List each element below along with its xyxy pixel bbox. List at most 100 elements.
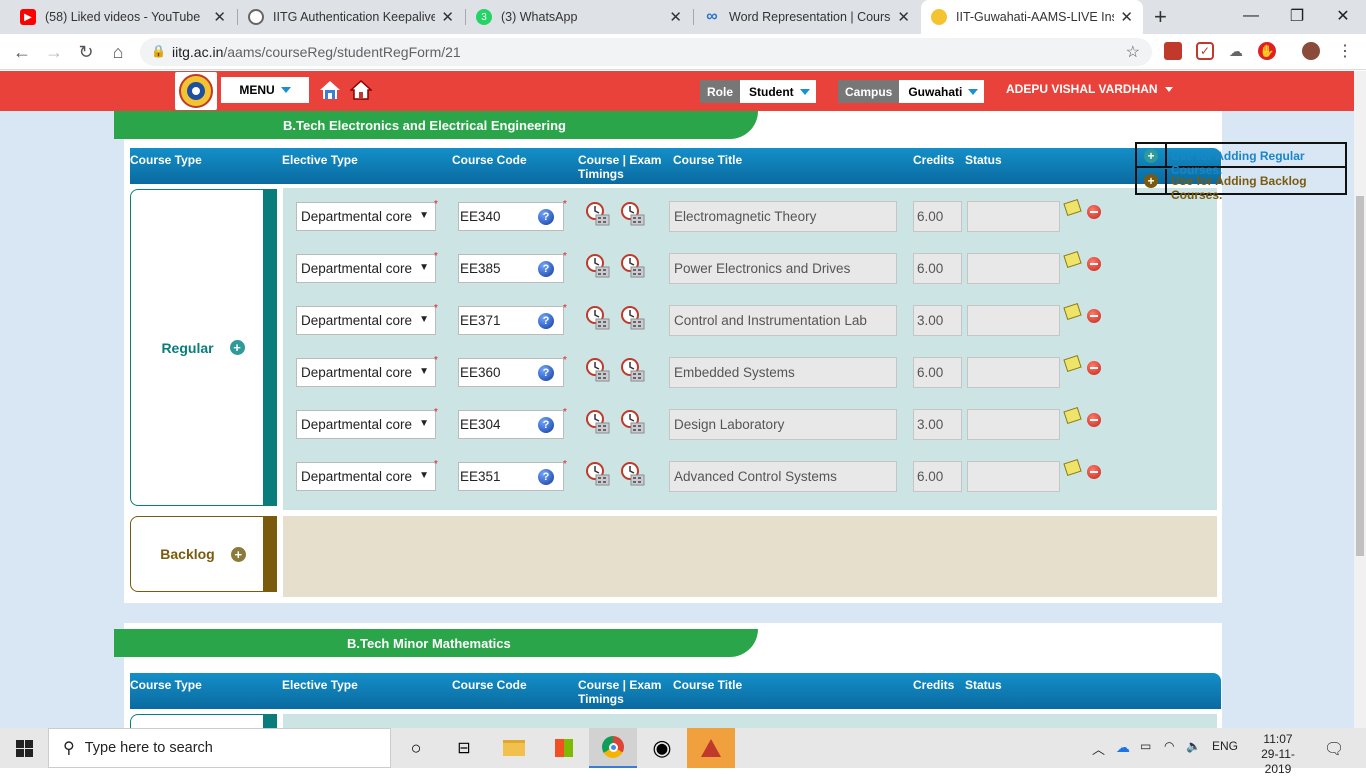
new-tab-icon[interactable]: + [1154, 4, 1167, 30]
taskbar-search-input[interactable]: ⚲ Type here to search [48, 728, 391, 768]
adblock-icon[interactable]: ✋ [1258, 42, 1276, 60]
elective-type-select[interactable]: Departmental core ▼ [296, 410, 436, 439]
extension-book-icon[interactable] [1164, 42, 1182, 60]
remove-course-icon[interactable] [1087, 257, 1101, 271]
taskbar-clock[interactable]: 11:07 29-11-2019 [1248, 732, 1308, 777]
tray-chevron-icon[interactable]: ︿ [1092, 739, 1105, 758]
home-icon[interactable]: ⌂ [106, 40, 130, 64]
course-code-input[interactable]: EE340? [458, 202, 564, 231]
remove-course-icon[interactable] [1087, 361, 1101, 375]
caret-down-icon [1164, 86, 1173, 92]
tab-aams[interactable]: IIT-Guwahati-AAMS-LIVE Instance ✕ [921, 0, 1143, 34]
exam-timing-clock-icon[interactable] [620, 305, 646, 331]
remove-course-icon[interactable] [1087, 205, 1101, 219]
house-icon[interactable] [349, 79, 373, 106]
course-code-input[interactable]: EE351? [458, 462, 564, 491]
required-asterisk: * [434, 407, 438, 418]
tab-whatsapp[interactable]: 3 (3) WhatsApp ✕ [466, 0, 692, 34]
wifi-icon[interactable]: ◠ [1164, 739, 1174, 753]
exam-timing-clock-icon[interactable] [620, 461, 646, 487]
url-bar[interactable]: 🔒 iitg.ac.in/aams/courseReg/studentRegFo… [140, 38, 1152, 66]
course-timing-clock-icon[interactable] [585, 409, 611, 435]
close-window-icon[interactable]: ✕ [1320, 0, 1366, 32]
profile-avatar[interactable] [1302, 42, 1320, 60]
course-code-input[interactable]: EE304? [458, 410, 564, 439]
course-code-input[interactable]: EE371? [458, 306, 564, 335]
scrollbar-thumb[interactable] [1356, 196, 1364, 556]
help-icon[interactable]: ? [538, 469, 554, 485]
tab-close-icon[interactable]: ✕ [669, 8, 682, 26]
course-timing-clock-icon[interactable] [585, 461, 611, 487]
home-icon[interactable] [319, 79, 341, 106]
exam-timing-clock-icon[interactable] [620, 253, 646, 279]
col-exam-line1: Course | Exam [578, 678, 662, 692]
course-code-input[interactable]: EE360? [458, 358, 564, 387]
pocket-icon[interactable]: ✓ [1196, 42, 1214, 60]
elective-type-select[interactable]: Departmental core ▼ [296, 358, 436, 387]
chevron-down-icon [280, 87, 291, 93]
forward-arrow-icon[interactable]: → [42, 40, 66, 64]
dropdown-arrow-icon: ▼ [419, 314, 429, 325]
course-code-value: EE371 [460, 313, 501, 328]
course-code-input[interactable]: EE385? [458, 254, 564, 283]
store-icon[interactable] [540, 728, 588, 768]
bookmark-star-icon[interactable]: ☆ [1126, 42, 1140, 62]
remove-course-icon[interactable] [1087, 309, 1101, 323]
tab-close-icon[interactable]: ✕ [1120, 8, 1133, 26]
role-label: Role [700, 80, 741, 103]
file-explorer-icon[interactable] [490, 728, 538, 768]
course-timing-clock-icon[interactable] [585, 357, 611, 383]
media-player-icon[interactable]: ◉ [638, 728, 686, 768]
elective-type-select[interactable]: Departmental core ▼ [296, 254, 436, 283]
remove-course-icon[interactable] [1087, 413, 1101, 427]
role-selector[interactable]: Role Student [700, 80, 816, 103]
credits-field: 6.00 [913, 253, 962, 284]
remove-course-icon[interactable] [1087, 465, 1101, 479]
campus-selector[interactable]: Campus Guwahati [838, 80, 985, 103]
tab-iitg-auth[interactable]: IITG Authentication Keepalive W ✕ [238, 0, 464, 34]
more-menu-icon[interactable]: ⋮ [1336, 42, 1354, 60]
onedrive-icon[interactable]: ☁ [1116, 739, 1130, 756]
elective-type-select[interactable]: Departmental core ▼ [296, 462, 436, 491]
restore-icon[interactable]: ❐ [1274, 0, 1320, 32]
regular-bar [263, 189, 277, 506]
tab-close-icon[interactable]: ✕ [213, 8, 226, 26]
user-name: ADEPU VISHAL VARDHAN [1006, 82, 1158, 96]
elective-type-select[interactable]: Departmental core ▼ [296, 202, 436, 231]
elective-type-select[interactable]: Departmental core ▼ [296, 306, 436, 335]
exam-timing-clock-icon[interactable] [620, 409, 646, 435]
matlab-icon[interactable] [687, 728, 735, 768]
chrome-icon[interactable] [589, 728, 637, 768]
help-icon[interactable]: ? [538, 417, 554, 433]
language-indicator[interactable]: ENG [1212, 739, 1238, 753]
back-arrow-icon[interactable]: ← [10, 40, 34, 64]
exam-timing-clock-icon[interactable] [620, 357, 646, 383]
tab-close-icon[interactable]: ✕ [897, 8, 910, 26]
tab-youtube[interactable]: ▶ (58) Liked videos - YouTube ✕ [10, 0, 236, 34]
reload-icon[interactable]: ↻ [74, 40, 98, 64]
notifications-icon[interactable]: 🗨 [1324, 739, 1344, 759]
help-icon[interactable]: ? [538, 261, 554, 277]
user-menu[interactable]: ADEPU VISHAL VARDHAN [1006, 82, 1173, 96]
tab-close-icon[interactable]: ✕ [441, 8, 454, 26]
course-timing-clock-icon[interactable] [585, 253, 611, 279]
course-timing-clock-icon[interactable] [585, 305, 611, 331]
help-icon[interactable]: ? [538, 365, 554, 381]
legend-regular-icon-cell: + [1137, 144, 1167, 168]
battery-icon[interactable]: ▭ [1140, 739, 1151, 753]
windows-start-icon[interactable] [0, 728, 48, 768]
help-icon[interactable]: ? [538, 313, 554, 329]
cortana-icon[interactable]: ○ [392, 728, 440, 768]
volume-icon[interactable]: 🔈 [1186, 739, 1201, 753]
course-timing-clock-icon[interactable] [585, 201, 611, 227]
add-regular-plus-icon[interactable]: + [229, 340, 245, 355]
extension-cloud-icon[interactable]: ☁ [1227, 42, 1245, 60]
exam-timing-clock-icon[interactable] [620, 201, 646, 227]
help-icon[interactable]: ? [538, 209, 554, 225]
minimize-icon[interactable]: — [1228, 0, 1274, 32]
clock-time: 11:07 [1263, 732, 1293, 746]
tab-coursera[interactable]: ∞ Word Representation | Coursera ✕ [694, 0, 920, 34]
menu-button[interactable]: MENU [221, 77, 309, 103]
add-backlog-plus-icon[interactable]: + [230, 546, 246, 562]
task-view-icon[interactable]: ⊟ [440, 728, 488, 768]
